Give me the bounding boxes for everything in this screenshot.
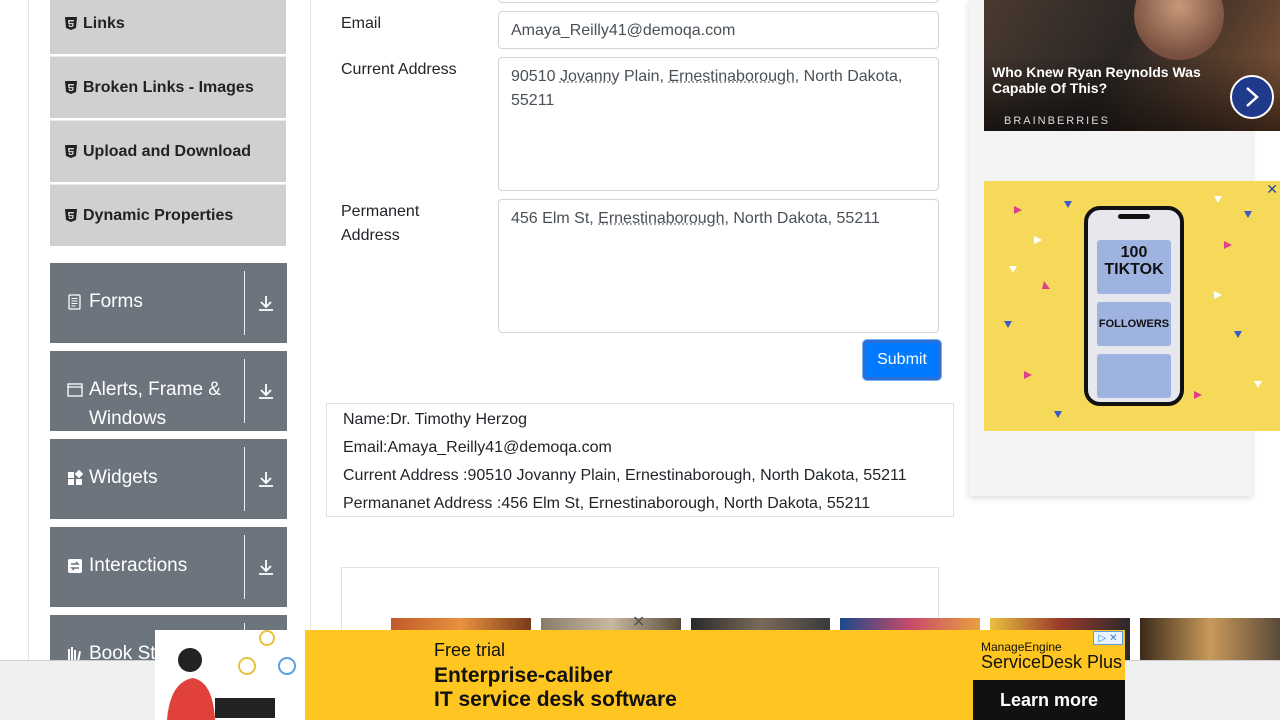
current-address-label: Current Address	[341, 61, 457, 78]
ad-headline-line: IT service desk software	[434, 688, 677, 711]
email-field[interactable]: Amaya_Reilly41@demoqa.com	[498, 11, 939, 49]
ad-tiktok[interactable]: ✕ 100 TIKTOK FOLLOWERS	[984, 181, 1280, 431]
window-icon	[67, 383, 83, 397]
ad-next-button[interactable]	[1230, 75, 1274, 119]
output-current-address: Current Address :90510 Jovanny Plain, Er…	[343, 467, 907, 484]
html5-icon	[65, 81, 77, 94]
download-arrow-icon	[259, 296, 273, 311]
ad-illustration	[155, 630, 305, 720]
sidebar-group-widgets[interactable]: Widgets	[50, 439, 287, 519]
sidebar-item-label: Upload and Download	[83, 142, 251, 160]
adchoices-icon[interactable]: ▷ ✕	[1093, 631, 1123, 645]
ad-trial-text: Free trial	[434, 640, 506, 660]
download-arrow-icon	[259, 472, 273, 487]
group-divider	[244, 359, 245, 423]
expand-button[interactable]	[245, 527, 287, 607]
sidebar-group-interactions[interactable]: Interactions	[50, 527, 287, 607]
html5-icon	[65, 17, 77, 30]
ad-blank-button	[1097, 354, 1171, 398]
phone-illustration: 100 TIKTOK FOLLOWERS	[1084, 206, 1184, 406]
chevron-right-icon	[1246, 87, 1259, 107]
person-laptop-illustration	[167, 630, 296, 720]
ad-brand: BRAINBERRIES	[1004, 115, 1110, 127]
submit-button[interactable]: Submit	[863, 340, 941, 380]
sidebar-divider	[310, 0, 311, 660]
ad-headline: Enterprise-caliber IT service desk softw…	[434, 664, 677, 712]
left-divider	[28, 0, 29, 660]
permanent-address-field[interactable]: 456 Elm St, Ernestinaborough, North Dako…	[498, 199, 939, 333]
download-arrow-icon	[259, 560, 273, 575]
group-label: Widgets	[89, 467, 158, 488]
ad-count: 100	[1120, 244, 1148, 261]
address-part: Plain,	[619, 68, 669, 85]
sidebar-item-label: Dynamic Properties	[83, 206, 234, 224]
group-label: Alerts, Frame & Windows	[89, 379, 221, 429]
sidebar-group-alerts[interactable]: Alerts, Frame & Windows	[50, 351, 287, 431]
ad-close-icon[interactable]: ✕	[632, 612, 645, 632]
sidebar-item-links[interactable]: Links	[50, 0, 286, 54]
email-label: Email	[341, 15, 382, 32]
address-part: Jovanny	[559, 68, 620, 85]
ad-product: ServiceDesk Plus	[981, 652, 1123, 672]
expand-button[interactable]	[245, 439, 287, 519]
ad-followers-label: FOLLOWERS	[1097, 302, 1171, 346]
ad-headline-line: Enterprise-caliber	[434, 664, 613, 687]
ad-thumbnail[interactable]	[1140, 618, 1280, 660]
expand-button[interactable]	[245, 351, 287, 431]
group-divider	[244, 535, 245, 599]
address-part: 456 Elm St,	[511, 210, 599, 227]
html5-icon	[65, 209, 77, 222]
form-icon	[68, 294, 81, 310]
group-divider	[244, 271, 245, 335]
address-part: Ernestinaborough	[668, 68, 795, 85]
widgets-icon	[68, 470, 83, 485]
sidebar-group-forms[interactable]: Forms	[50, 263, 287, 343]
permanent-address-label: Permanent Address	[341, 203, 420, 244]
ad-text-followers-count: 100 TIKTOK	[1097, 240, 1171, 294]
address-part: Ernestinaborough	[598, 210, 725, 227]
group-label: Forms	[89, 291, 143, 312]
expand-button[interactable]	[245, 263, 287, 343]
current-address-field[interactable]: 90510 Jovanny Plain, Ernestinaborough, N…	[498, 57, 939, 191]
address-part: , North Dakota, 55211	[724, 210, 880, 227]
page: Links Broken Links - Images Upload and D…	[0, 0, 1280, 720]
sidebar-item-label: Links	[83, 14, 125, 32]
output-permanent-address: Permananet Address :456 Elm St, Ernestin…	[343, 495, 871, 512]
learn-more-button[interactable]: Learn more	[973, 680, 1125, 720]
ad-photo	[1134, 0, 1224, 60]
group-divider	[244, 447, 245, 511]
interactions-icon	[68, 559, 82, 573]
sidebar-item-label: Broken Links - Images	[83, 78, 254, 96]
address-part: 90510	[511, 68, 560, 85]
output-name: Name:Dr. Timothy Herzog	[343, 411, 528, 428]
ad-headline: Who Knew Ryan Reynolds Was Capable Of Th…	[992, 64, 1201, 96]
sidebar-item-upload-download[interactable]: Upload and Download	[50, 120, 286, 182]
manageengine-banner-ad[interactable]: Free trial Enterprise-caliber IT service…	[155, 630, 1125, 720]
download-arrow-icon	[259, 384, 273, 399]
full-name-field[interactable]	[498, 0, 939, 3]
html5-icon	[65, 145, 77, 158]
ad-brainberries[interactable]: Who Knew Ryan Reynolds Was Capable Of Th…	[984, 0, 1280, 131]
ad-close-icon[interactable]: ✕	[1266, 181, 1278, 198]
sidebar-item-dynamic-properties[interactable]: Dynamic Properties	[50, 184, 286, 246]
output-panel: Name:Dr. Timothy Herzog Email:Amaya_Reil…	[326, 403, 954, 517]
ad-platform: TIKTOK	[1104, 261, 1164, 278]
sidebar-item-broken-links[interactable]: Broken Links - Images	[50, 56, 286, 118]
group-label: Interactions	[89, 555, 188, 576]
output-email: Email:Amaya_Reilly41@demoqa.com	[343, 439, 612, 456]
